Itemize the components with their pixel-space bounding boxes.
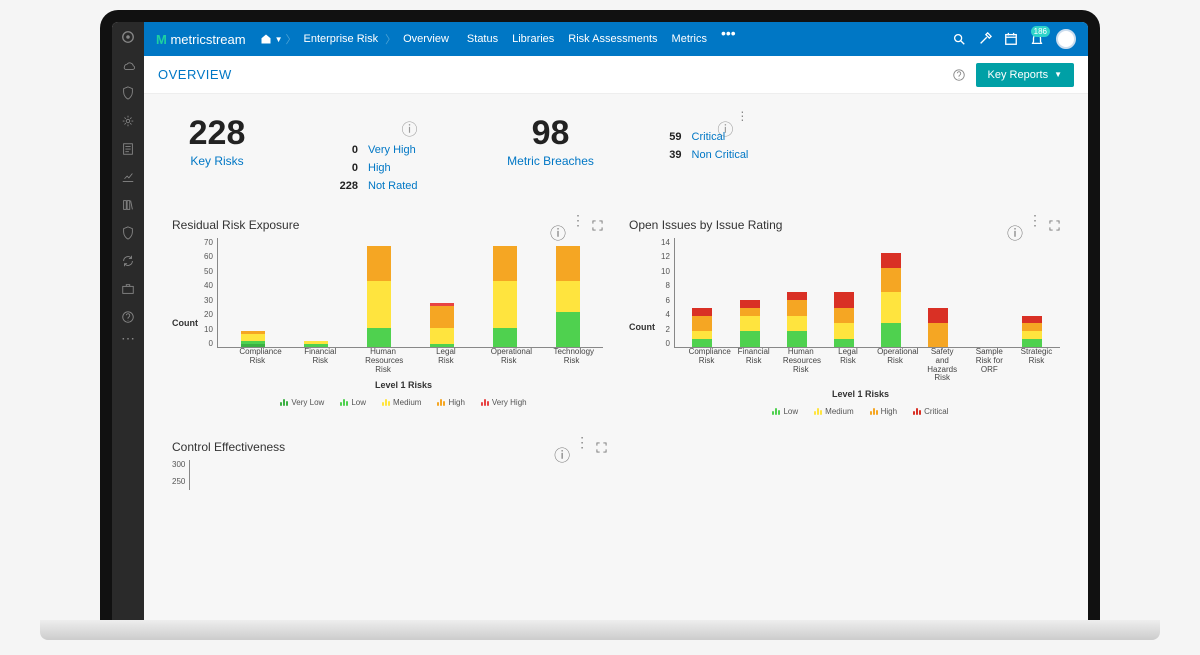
sidebar-icon-refresh[interactable] — [121, 254, 135, 268]
bar — [556, 246, 580, 347]
info-icon[interactable]: ⓘ — [402, 122, 418, 139]
kpi-key-risks: 228 Key Risks — [172, 116, 262, 168]
info-icon[interactable]: ⓘ — [554, 442, 565, 453]
expand-icon[interactable] — [596, 442, 607, 453]
user-avatar[interactable] — [1056, 29, 1076, 49]
brand-logo: M metricstream — [156, 32, 246, 47]
kpi-rating-list: 0Very High 0High 228Not Rated — [330, 144, 418, 192]
nav-libraries[interactable]: Libraries — [512, 33, 554, 45]
bar — [787, 292, 807, 347]
sidebar-icon-shield[interactable] — [121, 86, 135, 100]
sidebar-icon-gear[interactable] — [121, 114, 135, 128]
info-icon[interactable]: ⓘ — [550, 220, 561, 231]
page-title: OVERVIEW — [158, 67, 232, 82]
notification-icon[interactable]: 186 — [1030, 32, 1044, 46]
chart-control-effectiveness: Control Effectiveness ⓘ ⋮ 300 250 — [172, 440, 607, 490]
breadcrumb: ▼ 〉 Enterprise Risk 〉 Overview — [260, 31, 453, 47]
kpi-row: 228 Key Risks ⓘ 0Very High 0High 228Not … — [172, 106, 1060, 210]
nav-status[interactable]: Status — [467, 33, 498, 45]
home-icon[interactable] — [260, 33, 272, 45]
chart-residual-risk: Residual Risk Exposure ⓘ ⋮ Count 7060504… — [172, 218, 603, 416]
chart1-legend: Very LowLowMediumHighVery High — [204, 398, 603, 407]
more-icon[interactable]: ⋮ — [1028, 220, 1039, 231]
sidebar-icon-target[interactable] — [121, 30, 135, 44]
nav-more[interactable]: ••• — [721, 33, 736, 45]
crumb-overview[interactable]: Overview — [399, 31, 453, 47]
page-header: OVERVIEW Key Reports ▼ — [144, 56, 1088, 94]
bar — [740, 300, 760, 347]
key-reports-button[interactable]: Key Reports ▼ — [976, 63, 1074, 87]
info-icon[interactable]: ⓘ — [717, 116, 728, 127]
search-icon[interactable] — [952, 32, 966, 46]
expand-icon[interactable] — [1049, 220, 1060, 231]
bar — [430, 303, 454, 347]
tools-icon[interactable] — [978, 32, 992, 46]
bar — [692, 308, 712, 347]
topbar: M metricstream ▼ 〉 Enterprise Risk 〉 Ove… — [144, 22, 1088, 56]
kpi-breach-list: 59Critical 39Non Critical — [654, 131, 749, 161]
bar — [367, 246, 391, 347]
chart2-legend: LowMediumHighCritical — [661, 407, 1060, 416]
help-icon[interactable] — [952, 68, 966, 82]
bar — [881, 253, 901, 347]
chart1-plot — [217, 238, 603, 348]
sidebar-icon-page[interactable] — [121, 142, 135, 156]
bar — [241, 331, 265, 347]
nav-metrics[interactable]: Metrics — [672, 33, 707, 45]
sidebar-icon-shield2[interactable] — [121, 226, 135, 240]
sidebar-icon-help[interactable] — [121, 310, 135, 324]
kpi-breaches: 98 Metric Breaches — [506, 116, 596, 168]
notification-badge: 186 — [1031, 26, 1050, 37]
bar — [493, 246, 517, 347]
top-nav: Status Libraries Risk Assessments Metric… — [467, 33, 736, 45]
chart-open-issues: Open Issues by Issue Rating ⓘ ⋮ Count 14… — [629, 218, 1060, 416]
sidebar-icon-chart[interactable] — [121, 170, 135, 184]
bar — [1022, 316, 1042, 347]
expand-icon[interactable] — [592, 220, 603, 231]
info-icon[interactable]: ⓘ — [1007, 220, 1018, 231]
bar — [834, 292, 854, 347]
sidebar: ⋯ — [112, 22, 144, 620]
more-icon[interactable]: ⋮ — [571, 220, 582, 231]
more-icon[interactable]: ⋮ — [575, 442, 586, 453]
chevron-down-icon: ▼ — [1054, 70, 1062, 79]
more-icon[interactable]: ⋮ — [736, 116, 748, 127]
bar — [928, 308, 948, 347]
sidebar-icon-library[interactable] — [121, 198, 135, 212]
chart2-plot — [674, 238, 1060, 348]
calendar-icon[interactable] — [1004, 32, 1018, 46]
sidebar-icon-cloud[interactable] — [121, 58, 135, 72]
key-reports-label: Key Reports — [988, 69, 1049, 81]
sidebar-icon-briefcase[interactable] — [121, 282, 135, 296]
nav-risk-assessments[interactable]: Risk Assessments — [568, 33, 657, 45]
bar — [304, 341, 328, 347]
chevron-down-icon[interactable]: ▼ — [275, 35, 283, 44]
crumb-enterprise-risk[interactable]: Enterprise Risk — [300, 31, 383, 47]
sidebar-icon-more[interactable]: ⋯ — [121, 338, 135, 352]
